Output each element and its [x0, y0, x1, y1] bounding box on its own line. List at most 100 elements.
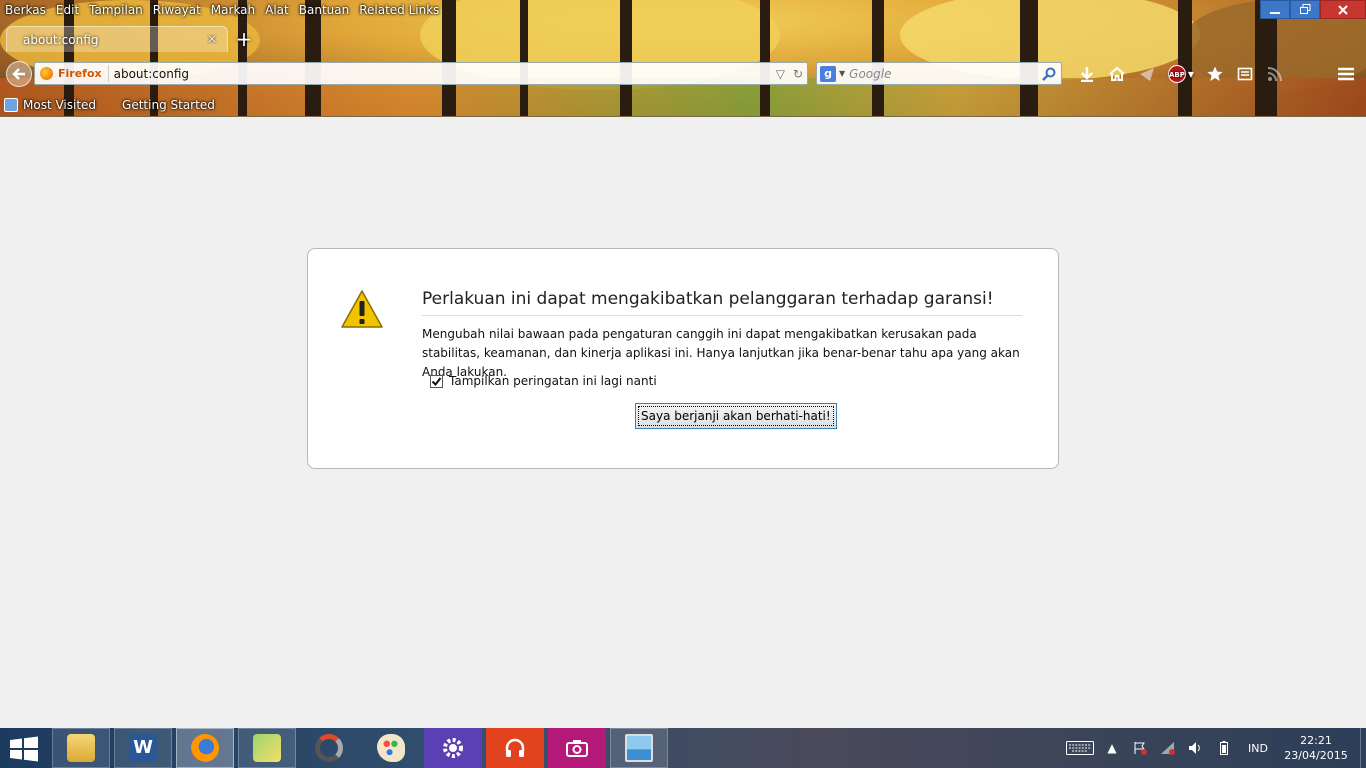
restore-button[interactable] [1290, 0, 1320, 19]
taskbar: W ▲ IND 22:21 23/04/2015 [0, 728, 1366, 768]
theme-trunk [520, 0, 528, 116]
menu-berkas[interactable]: Berkas [0, 3, 51, 17]
restore-icon [1299, 4, 1310, 14]
taskbar-firefox[interactable] [176, 728, 234, 768]
theme-trunk [1020, 0, 1038, 116]
menu-icon [1338, 67, 1354, 81]
download-icon[interactable] [1072, 60, 1102, 88]
navigation-bar: Firefox about:config ▽ ↻ g ▼ Google ABP [0, 60, 1366, 88]
clock[interactable]: 22:21 23/04/2015 [1280, 733, 1352, 763]
star-bookmark-icon[interactable] [1200, 60, 1230, 88]
menu-edit[interactable]: Edit [51, 3, 84, 17]
history-dropdown-icon[interactable]: ▽ [772, 67, 789, 81]
adblock-plus-button[interactable]: ABP ▼ [1162, 60, 1200, 88]
new-tab-button[interactable]: + [232, 28, 256, 52]
checkbox-label[interactable]: Tampilkan peringatan ini lagi nanti [449, 374, 657, 388]
system-tray: ▲ IND 22:21 23/04/2015 [1062, 728, 1366, 768]
taskbar-file-manager[interactable] [238, 728, 296, 768]
bookmark-most-visited[interactable]: Most Visited [0, 98, 96, 112]
taskbar-photos[interactable] [610, 728, 668, 768]
action-center-icon[interactable] [1129, 740, 1151, 756]
back-button[interactable] [6, 61, 32, 87]
chevron-down-icon: ▼ [1187, 69, 1195, 79]
toolbar-icons: ABP ▼ [1072, 60, 1290, 88]
menu-markah[interactable]: Markah [206, 3, 260, 17]
theme-trunk [872, 0, 884, 116]
photos-icon [625, 734, 653, 762]
word-icon: W [129, 734, 157, 762]
minimize-icon [1270, 11, 1280, 14]
back-arrow-icon [12, 68, 25, 80]
theme-trunk [620, 0, 632, 116]
rss-icon[interactable] [1260, 60, 1290, 88]
search-input[interactable]: Google [849, 67, 1041, 81]
minimize-button[interactable] [1260, 0, 1290, 19]
taskbar-paint[interactable] [362, 728, 420, 768]
menu-bar: Berkas Edit Tampilan Riwayat Markah Alat… [0, 0, 444, 20]
engine-dropdown-icon[interactable]: ▼ [839, 69, 845, 78]
bookmark-label: Getting Started [122, 98, 215, 112]
paint-icon [377, 734, 405, 762]
files-icon [253, 734, 281, 762]
taskbar-browser-2[interactable] [300, 728, 358, 768]
send-icon[interactable] [1132, 60, 1162, 88]
folder-icon [67, 734, 95, 762]
url-bar[interactable]: Firefox about:config ▽ ↻ [34, 62, 808, 85]
folder-icon [4, 98, 18, 112]
windows-start-icon[interactable] [8, 736, 40, 762]
language-indicator[interactable]: IND [1248, 742, 1268, 755]
clock-time: 22:21 [1300, 734, 1332, 747]
menu-bantuan[interactable]: Bantuan [294, 3, 354, 17]
tab-label: about:config [23, 32, 99, 47]
menu-related-links[interactable]: Related Links [354, 3, 444, 17]
network-icon[interactable] [1157, 740, 1179, 756]
tab-about-config[interactable]: about:config × [6, 26, 228, 52]
taskbar-music[interactable] [486, 728, 544, 768]
menu-alat[interactable]: Alat [260, 3, 294, 17]
keyboard-icon[interactable] [1065, 740, 1095, 756]
open-menu-button[interactable] [1332, 62, 1360, 86]
tab-close-icon[interactable]: × [205, 32, 219, 47]
window-controls [1260, 0, 1366, 19]
firefox-icon [40, 67, 53, 80]
theme-trunk [760, 0, 770, 116]
menu-tampilan[interactable]: Tampilan [84, 3, 148, 17]
show-desktop-button[interactable] [1360, 728, 1366, 768]
close-window-button[interactable] [1320, 0, 1366, 19]
bookmark-getting-started[interactable]: Getting Started [122, 98, 215, 112]
loader-app-icon [315, 734, 343, 762]
home-icon[interactable] [1102, 60, 1132, 88]
reload-icon[interactable]: ↻ [789, 67, 807, 81]
url-text[interactable]: about:config [109, 67, 772, 81]
taskbar-word[interactable]: W [114, 728, 172, 768]
taskbar-settings[interactable] [424, 728, 482, 768]
warning-title: Perlakuan ini dapat mengakibatkan pelang… [422, 289, 1022, 316]
camera-icon [566, 740, 588, 757]
battery-icon[interactable] [1213, 740, 1235, 756]
warning-icon [341, 290, 383, 328]
bookmark-label: Most Visited [23, 98, 97, 112]
clock-date: 23/04/2015 [1284, 749, 1348, 762]
search-bar[interactable]: g ▼ Google [816, 62, 1062, 85]
identity-label: Firefox [58, 67, 102, 80]
taskbar-camera[interactable] [548, 728, 606, 768]
show-warning-checkbox[interactable]: Tampilkan peringatan ini lagi nanti [430, 374, 657, 388]
volume-icon[interactable] [1185, 740, 1207, 756]
adblock-plus-icon: ABP [1167, 65, 1186, 83]
show-hidden-icons[interactable]: ▲ [1101, 740, 1123, 756]
checkmark-icon [431, 376, 442, 386]
browser-chrome: Berkas Edit Tampilan Riwayat Markah Alat… [0, 0, 1366, 117]
search-icon[interactable] [1041, 66, 1057, 82]
site-identity[interactable]: Firefox [35, 65, 109, 82]
close-icon [1338, 4, 1348, 15]
warning-box: Perlakuan ini dapat mengakibatkan pelang… [307, 248, 1059, 469]
google-icon[interactable]: g [820, 65, 836, 82]
bookmarks-toolbar: Most Visited Getting Started [0, 96, 241, 114]
accept-risk-button[interactable]: Saya berjanji akan berhati-hati! [635, 403, 837, 429]
taskbar-file-explorer[interactable] [52, 728, 110, 768]
checkbox[interactable] [430, 374, 443, 388]
reader-icon[interactable] [1230, 60, 1260, 88]
headphones-icon [505, 738, 525, 757]
menu-riwayat[interactable]: Riwayat [148, 3, 206, 17]
firefox-icon [191, 734, 219, 762]
